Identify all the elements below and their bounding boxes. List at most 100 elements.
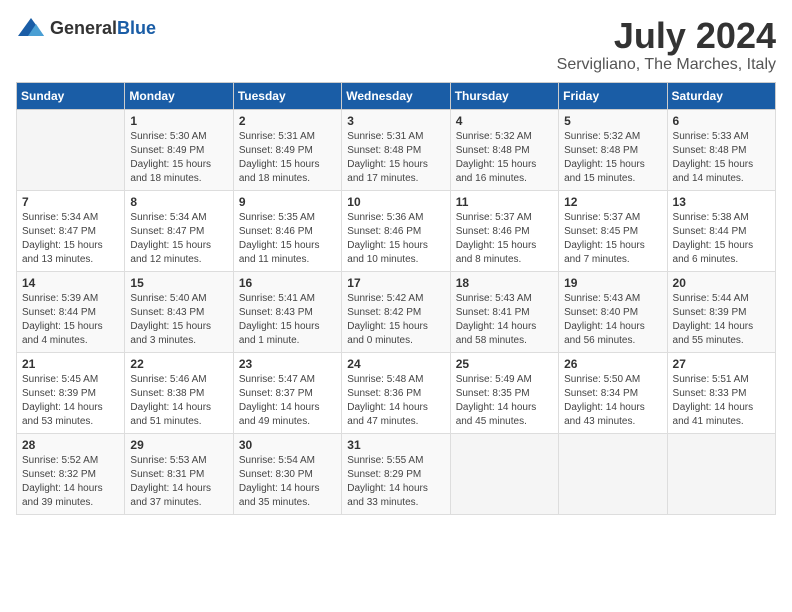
calendar-body: 1Sunrise: 5:30 AMSunset: 8:49 PMDaylight…: [17, 109, 776, 514]
day-number: 9: [239, 195, 336, 209]
calendar-cell: 30 Sunrise: 5:54 AMSunset: 8:30 PMDayligh…: [233, 433, 341, 514]
col-header-wednesday: Wednesday: [342, 82, 450, 109]
day-info: Sunrise: 5:52 AMSunset: 8:32 PMDaylight:…: [22, 454, 119, 510]
day-number: 11: [456, 195, 553, 209]
calendar-cell: 18 Sunrise: 5:43 AMSunset: 8:41 PMDayligh…: [450, 271, 558, 352]
calendar-cell: 29Sunrise: 5:53 AMSunset: 8:31 PMDayligh…: [125, 433, 233, 514]
calendar-cell: 16Sunrise: 5:41 AMSunset: 8:43 PMDayligh…: [233, 271, 341, 352]
day-info: Sunrise: 5:47 AMSunset: 8:37 PMDaylight:…: [239, 373, 336, 429]
day-number: 8: [130, 195, 227, 209]
day-number: 25: [456, 357, 553, 371]
day-info: Sunrise: 5:33 AMSunset: 8:48 PMDaylight:…: [673, 130, 770, 186]
col-header-saturday: Saturday: [667, 82, 775, 109]
day-number: 30: [239, 438, 336, 452]
day-number: 29: [130, 438, 227, 452]
calendar-header: SundayMondayTuesdayWednesdayThursdayFrid…: [17, 82, 776, 109]
logo-text-blue: Blue: [117, 18, 156, 38]
day-number: 24: [347, 357, 444, 371]
day-number: 17: [347, 276, 444, 290]
day-info: Sunrise: 5:54 AMSunset: 8:30 PMDaylight:…: [239, 454, 336, 510]
day-number: 31: [347, 438, 444, 452]
month-title: July 2024: [557, 16, 776, 56]
calendar-week-1: 1Sunrise: 5:30 AMSunset: 8:49 PMDaylight…: [17, 109, 776, 190]
col-header-monday: Monday: [125, 82, 233, 109]
logo: GeneralBlue: [16, 16, 156, 40]
calendar-cell: 24 Sunrise: 5:48 AMSunset: 8:36 PMDayligh…: [342, 352, 450, 433]
calendar-cell: 12 Sunrise: 5:37 AMSunset: 8:45 PMDayligh…: [559, 190, 667, 271]
calendar-cell: 31 Sunrise: 5:55 AMSunset: 8:29 PMDayligh…: [342, 433, 450, 514]
day-number: 20: [673, 276, 770, 290]
calendar-cell: 27Sunrise: 5:51 AMSunset: 8:33 PMDayligh…: [667, 352, 775, 433]
day-number: 23: [239, 357, 336, 371]
calendar-week-2: 7 Sunrise: 5:34 AMSunset: 8:47 PMDaylight…: [17, 190, 776, 271]
day-info: Sunrise: 5:36 AMSunset: 8:46 PMDaylight:…: [347, 211, 444, 267]
day-info: Sunrise: 5:43 AMSunset: 8:41 PMDaylight:…: [456, 292, 553, 348]
calendar-cell: 22 Sunrise: 5:46 AMSunset: 8:38 PMDayligh…: [125, 352, 233, 433]
day-number: 12: [564, 195, 661, 209]
day-info: Sunrise: 5:55 AMSunset: 8:29 PMDaylight:…: [347, 454, 444, 510]
day-info: Sunrise: 5:34 AMSunset: 8:47 PMDaylight:…: [22, 211, 119, 267]
day-info: Sunrise: 5:30 AMSunset: 8:49 PMDaylight:…: [130, 130, 227, 186]
col-header-thursday: Thursday: [450, 82, 558, 109]
calendar-cell: 17 Sunrise: 5:42 AMSunset: 8:42 PMDayligh…: [342, 271, 450, 352]
day-number: 18: [456, 276, 553, 290]
day-number: 22: [130, 357, 227, 371]
day-info: Sunrise: 5:40 AMSunset: 8:43 PMDaylight:…: [130, 292, 227, 348]
day-info: Sunrise: 5:34 AMSunset: 8:47 PMDaylight:…: [130, 211, 227, 267]
header: GeneralBlue July 2024 Servigliano, The M…: [16, 16, 776, 74]
day-number: 2: [239, 114, 336, 128]
calendar-cell: [667, 433, 775, 514]
calendar-week-5: 28 Sunrise: 5:52 AMSunset: 8:32 PMDayligh…: [17, 433, 776, 514]
calendar-cell: [17, 109, 125, 190]
day-info: Sunrise: 5:37 AMSunset: 8:46 PMDaylight:…: [456, 211, 553, 267]
day-info: Sunrise: 5:50 AMSunset: 8:34 PMDaylight:…: [564, 373, 661, 429]
calendar-cell: 15 Sunrise: 5:40 AMSunset: 8:43 PMDayligh…: [125, 271, 233, 352]
calendar-cell: 3 Sunrise: 5:31 AMSunset: 8:48 PMDaylight…: [342, 109, 450, 190]
day-number: 7: [22, 195, 119, 209]
day-number: 28: [22, 438, 119, 452]
day-number: 4: [456, 114, 553, 128]
day-number: 21: [22, 357, 119, 371]
calendar-cell: 28 Sunrise: 5:52 AMSunset: 8:32 PMDayligh…: [17, 433, 125, 514]
day-info: Sunrise: 5:49 AMSunset: 8:35 PMDaylight:…: [456, 373, 553, 429]
calendar-cell: 21 Sunrise: 5:45 AMSunset: 8:39 PMDayligh…: [17, 352, 125, 433]
title-area: July 2024 Servigliano, The Marches, Ital…: [557, 16, 776, 74]
calendar-cell: 13Sunrise: 5:38 AMSunset: 8:44 PMDayligh…: [667, 190, 775, 271]
col-header-tuesday: Tuesday: [233, 82, 341, 109]
day-info: Sunrise: 5:39 AMSunset: 8:44 PMDaylight:…: [22, 292, 119, 348]
logo-icon: [16, 16, 46, 40]
day-info: Sunrise: 5:31 AMSunset: 8:48 PMDaylight:…: [347, 130, 444, 186]
day-info: Sunrise: 5:35 AMSunset: 8:46 PMDaylight:…: [239, 211, 336, 267]
calendar-cell: [450, 433, 558, 514]
day-info: Sunrise: 5:37 AMSunset: 8:45 PMDaylight:…: [564, 211, 661, 267]
day-info: Sunrise: 5:32 AMSunset: 8:48 PMDaylight:…: [456, 130, 553, 186]
day-info: Sunrise: 5:32 AMSunset: 8:48 PMDaylight:…: [564, 130, 661, 186]
calendar-cell: 11 Sunrise: 5:37 AMSunset: 8:46 PMDayligh…: [450, 190, 558, 271]
calendar-cell: [559, 433, 667, 514]
calendar-cell: 4 Sunrise: 5:32 AMSunset: 8:48 PMDaylight…: [450, 109, 558, 190]
day-info: Sunrise: 5:41 AMSunset: 8:43 PMDaylight:…: [239, 292, 336, 348]
day-info: Sunrise: 5:46 AMSunset: 8:38 PMDaylight:…: [130, 373, 227, 429]
calendar-cell: 19Sunrise: 5:43 AMSunset: 8:40 PMDayligh…: [559, 271, 667, 352]
calendar-cell: 8 Sunrise: 5:34 AMSunset: 8:47 PMDaylight…: [125, 190, 233, 271]
col-header-friday: Friday: [559, 82, 667, 109]
calendar-cell: 10 Sunrise: 5:36 AMSunset: 8:46 PMDayligh…: [342, 190, 450, 271]
day-info: Sunrise: 5:31 AMSunset: 8:49 PMDaylight:…: [239, 130, 336, 186]
calendar-cell: 14 Sunrise: 5:39 AMSunset: 8:44 PMDayligh…: [17, 271, 125, 352]
day-number: 14: [22, 276, 119, 290]
location-title: Servigliano, The Marches, Italy: [557, 56, 776, 74]
day-number: 5: [564, 114, 661, 128]
calendar-table: SundayMondayTuesdayWednesdayThursdayFrid…: [16, 82, 776, 515]
calendar-cell: 26Sunrise: 5:50 AMSunset: 8:34 PMDayligh…: [559, 352, 667, 433]
day-number: 6: [673, 114, 770, 128]
calendar-cell: 9 Sunrise: 5:35 AMSunset: 8:46 PMDaylight…: [233, 190, 341, 271]
day-number: 3: [347, 114, 444, 128]
day-number: 19: [564, 276, 661, 290]
day-info: Sunrise: 5:48 AMSunset: 8:36 PMDaylight:…: [347, 373, 444, 429]
calendar-cell: 2 Sunrise: 5:31 AMSunset: 8:49 PMDaylight…: [233, 109, 341, 190]
day-info: Sunrise: 5:42 AMSunset: 8:42 PMDaylight:…: [347, 292, 444, 348]
day-number: 15: [130, 276, 227, 290]
day-number: 10: [347, 195, 444, 209]
day-info: Sunrise: 5:45 AMSunset: 8:39 PMDaylight:…: [22, 373, 119, 429]
logo-text-general: General: [50, 18, 117, 38]
